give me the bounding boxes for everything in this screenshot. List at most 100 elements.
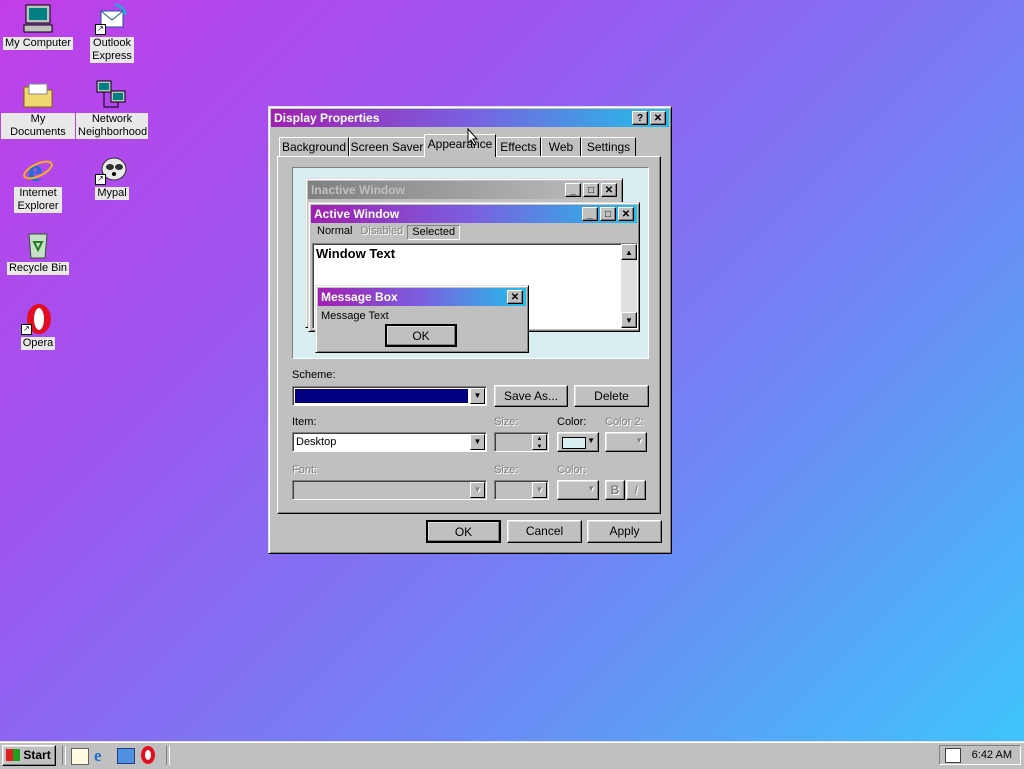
internet-explorer-icon: e [21, 152, 55, 188]
tab-settings[interactable]: Settings [581, 137, 636, 156]
desktop-icon-recycle-bin[interactable]: Recycle Bin [1, 228, 75, 275]
scheme-label: Scheme: [292, 369, 336, 381]
menu-disabled: Disabled [360, 225, 404, 237]
internet-explorer-icon[interactable]: e [94, 746, 102, 766]
desktop-icon-mypal[interactable]: ↗ Mypal [75, 153, 149, 200]
item-color-picker[interactable]: ▼ [557, 432, 599, 452]
preview-active-title-bar: Active Window _ □ ✕ [311, 205, 637, 223]
preview-active-title: Active Window [314, 207, 400, 221]
clock[interactable]: 6:42 AM [972, 749, 1012, 761]
item-size-label: Size: [494, 416, 519, 428]
scroll-down-icon: ▼ [621, 312, 637, 328]
taskbar-separator [166, 746, 170, 765]
save-as-button[interactable]: Save As... [494, 385, 568, 407]
chevron-down-icon: ▼ [587, 436, 595, 445]
preview-ok-button: OK [385, 324, 457, 347]
chevron-down-icon[interactable]: ▼ [470, 434, 485, 450]
menu-selected: Selected [407, 225, 461, 240]
desktop-icon-my-documents[interactable]: My Documents [1, 79, 75, 139]
desktop-icon-label: Recycle Bin [6, 262, 70, 275]
scheme-preview[interactable]: Inactive Window _ □ ✕ Active Window _ □ … [292, 167, 649, 359]
font-color-picker: ▼ [557, 480, 599, 500]
start-button[interactable]: Start [2, 745, 56, 766]
system-tray: 6:42 AM [939, 745, 1021, 765]
preview-scrollbar: ▲ ▼ [621, 244, 637, 328]
apply-button[interactable]: Apply [587, 520, 662, 543]
preview-message-box-title: Message Box [321, 290, 398, 304]
preview-inactive-title: Inactive Window [311, 183, 405, 197]
desktop-icon-network-neighborhood[interactable]: Network Neighborhood [75, 79, 149, 139]
tab-background[interactable]: Background [279, 137, 349, 156]
svg-text:e: e [28, 153, 42, 185]
preview-message-box: Message Box ✕ Message Text OK [315, 285, 529, 353]
item-size-spinner: ▲ ▼ [494, 432, 549, 452]
item-color-label: Color: [557, 416, 587, 428]
tab-web[interactable]: Web [541, 137, 581, 156]
font-size-label: Size: [494, 464, 519, 476]
start-label: Start [23, 748, 51, 762]
desktop-icon-label: Network Neighborhood [76, 113, 148, 139]
dialog-title-bar[interactable]: Display Properties ? ✕ [271, 109, 669, 127]
chevron-down-icon: ▼ [470, 482, 485, 498]
shortcut-arrow-icon: ↗ [21, 324, 32, 335]
close-icon: ✕ [601, 183, 617, 197]
help-button[interactable]: ? [632, 111, 648, 125]
tab-appearance[interactable]: Appearance [424, 134, 496, 157]
scheduler-icon[interactable] [945, 748, 961, 763]
close-icon: ✕ [507, 290, 523, 304]
font-label: Font: [292, 464, 318, 476]
opera-icon[interactable] [141, 746, 155, 764]
mypal-icon: ↗ [95, 153, 129, 185]
delete-button[interactable]: Delete [574, 385, 649, 407]
close-button[interactable]: ✕ [650, 111, 666, 125]
computer-icon [21, 3, 55, 35]
desktop-icon-opera[interactable]: ↗ Opera [1, 303, 75, 350]
tab-effects[interactable]: Effects [496, 137, 541, 156]
preview-message-text: Message Text [321, 310, 389, 322]
color-swatch [562, 437, 586, 449]
minimize-icon: _ [565, 183, 581, 197]
outlook-express-icon: ↗ [95, 3, 129, 35]
maximize-icon: □ [583, 183, 599, 197]
cancel-button[interactable]: Cancel [507, 520, 582, 543]
item-selected-value: Desktop [296, 436, 337, 448]
desktop-icon-my-computer[interactable]: My Computer [1, 3, 75, 50]
outlook-express-icon[interactable] [117, 748, 135, 764]
mouse-cursor-icon [467, 128, 479, 146]
desktop-icon-outlook-express[interactable]: ↗ Outlook Express [75, 3, 149, 63]
item-label: Item: [292, 416, 317, 428]
quick-launch-separator [62, 746, 66, 765]
desktop-icon-label: Opera [20, 337, 56, 350]
desktop-icon-internet-explorer[interactable]: e Internet Explorer [1, 152, 75, 213]
menu-normal: Normal [317, 225, 353, 237]
chevron-down-icon: ▼ [635, 436, 643, 445]
ok-button[interactable]: OK [426, 520, 501, 543]
italic-button: I [626, 480, 646, 500]
item-color2-picker: ▼ [605, 432, 647, 452]
font-color-label: Color: [557, 464, 587, 476]
scheme-selected-value [295, 389, 468, 403]
maximize-icon: □ [600, 207, 616, 221]
desktop-icon-label: Mypal [95, 187, 129, 200]
desktop-icon-label: Internet Explorer [14, 187, 62, 213]
desktop-icon-label: My Computer [2, 37, 74, 50]
preview-window-text: Window Text [316, 246, 396, 261]
folder-icon [21, 79, 55, 111]
desktop-icon-label: Outlook Express [90, 37, 134, 63]
scheme-select[interactable]: ▼ [292, 386, 487, 406]
item-select[interactable]: Desktop ▼ [292, 432, 487, 452]
item-color2-label: Color 2: [605, 416, 644, 428]
preview-menu-bar: Normal Disabled Selected [313, 225, 461, 240]
close-icon: ✕ [618, 207, 634, 221]
scroll-up-icon: ▲ [621, 244, 637, 260]
bold-button: B [605, 480, 625, 500]
preview-message-box-title-bar: Message Box ✕ [318, 288, 526, 306]
font-size-select: ▼ [494, 480, 549, 500]
spinner-arrows-icon: ▲ ▼ [532, 434, 547, 450]
chevron-down-icon[interactable]: ▼ [470, 388, 485, 404]
tab-screen-saver[interactable]: Screen Saver [349, 137, 425, 156]
show-desktop-icon[interactable] [71, 748, 89, 765]
recycle-bin-icon [21, 228, 55, 260]
shortcut-arrow-icon: ↗ [95, 174, 106, 185]
minimize-icon: _ [582, 207, 598, 221]
